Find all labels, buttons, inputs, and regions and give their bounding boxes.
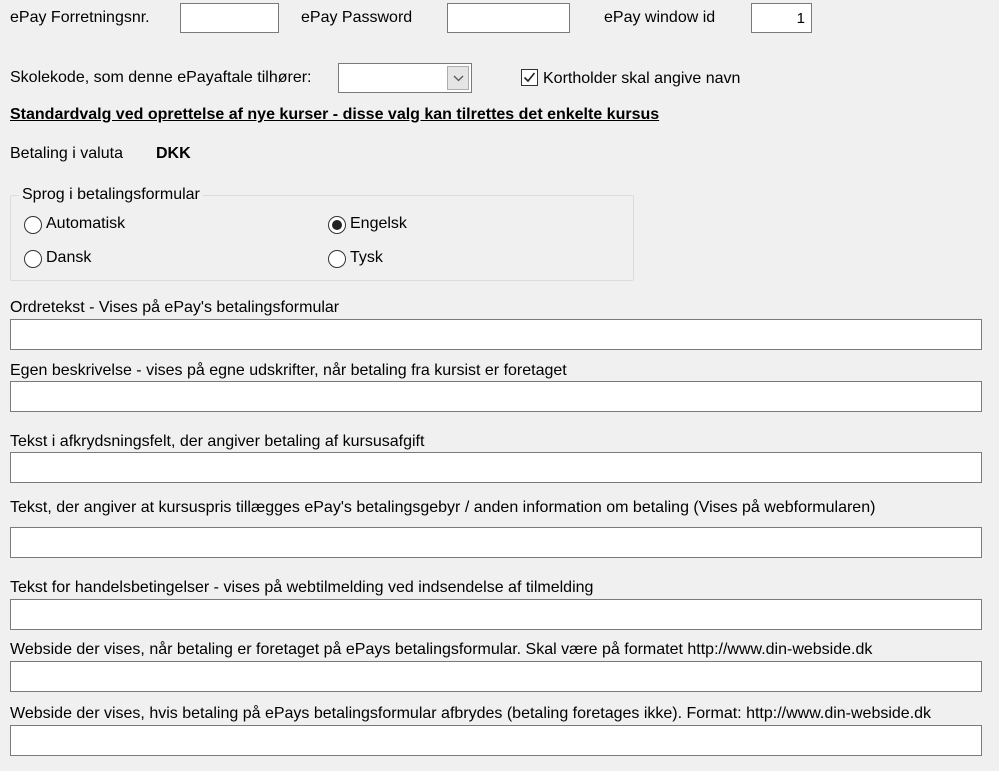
- epay-password-label: ePay Password: [301, 9, 413, 26]
- epay-merchant-label: ePay Forretningsnr.: [10, 9, 150, 26]
- radio-tysk-label: Tysk: [350, 249, 383, 266]
- radio-dansk-label: Dansk: [46, 249, 92, 266]
- radio-dansk[interactable]: [24, 250, 42, 268]
- checkbox-text-label: Tekst i afkrydsningsfelt, der angiver be…: [10, 433, 425, 450]
- cancel-url-label: Webside der vises, hvis betaling på ePay…: [10, 705, 932, 722]
- epay-password-input[interactable]: [447, 3, 570, 33]
- own-description-input[interactable]: [10, 381, 982, 412]
- defaults-heading: Standardvalg ved oprettelse af nye kurse…: [10, 106, 660, 123]
- epay-window-input[interactable]: [751, 3, 812, 33]
- order-text-input[interactable]: [10, 319, 982, 350]
- currency-value: DKK: [156, 145, 191, 162]
- radio-selected-dot: [332, 220, 342, 230]
- radio-automatisk-label: Automatisk: [46, 215, 126, 232]
- checkbox-text-input[interactable]: [10, 452, 982, 483]
- success-url-label: Webside der vises, når betaling er foret…: [10, 641, 873, 658]
- cardholder-name-checkbox[interactable]: [521, 69, 538, 86]
- radio-tysk[interactable]: [328, 250, 346, 268]
- school-code-dropdown[interactable]: [338, 63, 472, 93]
- radio-automatisk[interactable]: [24, 216, 42, 234]
- radio-engelsk[interactable]: [328, 216, 346, 234]
- radio-engelsk-label: Engelsk: [350, 215, 407, 232]
- chevron-down-icon[interactable]: [447, 66, 469, 90]
- own-description-label: Egen beskrivelse - vises på egne udskrif…: [10, 362, 567, 379]
- language-legend: Sprog i betalingsformular: [19, 186, 203, 204]
- school-code-label: Skolekode, som denne ePayaftale tilhører…: [10, 69, 312, 86]
- success-url-input[interactable]: [10, 661, 982, 692]
- fee-info-input[interactable]: [10, 527, 982, 558]
- language-groupbox: [10, 195, 634, 281]
- checkmark-icon: [523, 72, 536, 83]
- currency-label: Betaling i valuta: [10, 145, 123, 162]
- cancel-url-input[interactable]: [10, 725, 982, 756]
- terms-text-input[interactable]: [10, 599, 982, 630]
- epay-merchant-input[interactable]: [180, 3, 279, 33]
- terms-text-label: Tekst for handelsbetingelser - vises på …: [10, 579, 594, 596]
- cardholder-name-label: Kortholder skal angive navn: [543, 70, 741, 87]
- epay-window-label: ePay window id: [604, 9, 716, 26]
- order-text-label: Ordretekst - Vises på ePay's betalingsfo…: [10, 299, 340, 316]
- fee-info-label: Tekst, der angiver at kursuspris tillægg…: [10, 499, 876, 516]
